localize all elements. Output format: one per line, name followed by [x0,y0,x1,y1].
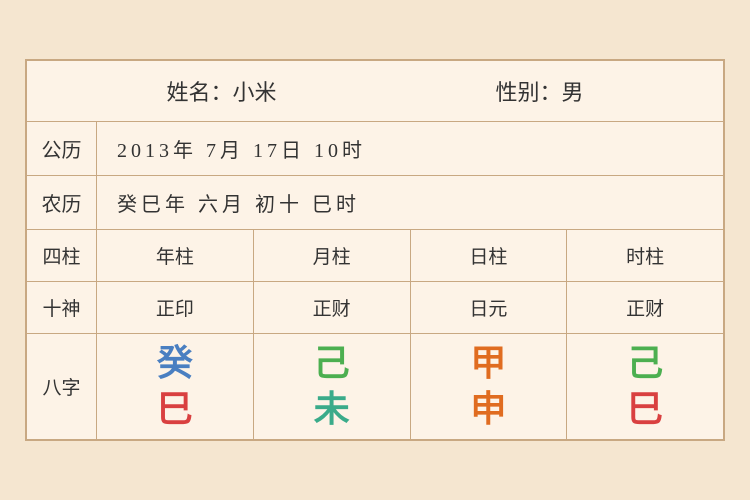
solar-label: 公历 [27,122,97,175]
pillars-label: 四柱 [27,230,97,281]
pillar-year: 年柱 [97,230,254,281]
lunar-value: 癸巳年 六月 初十 巳时 [97,176,723,229]
bazi-row: 八字 癸 巳 己 未 甲 申 己 巳 [27,334,723,439]
header-row: 姓名：小米 性别：男 [27,61,723,122]
bazi-year-bottom: 巳 [157,390,193,430]
bazi-month-cell: 己 未 [254,334,411,439]
bazi-hour-cell: 己 巳 [567,334,723,439]
pillars-row: 四柱 年柱 月柱 日柱 时柱 [27,230,723,282]
bazi-day-cell: 甲 申 [411,334,568,439]
main-container: 姓名：小米 性别：男 公历 2013年 7月 17日 10时 农历 癸巳年 六月… [25,59,725,441]
bazi-year-top: 癸 [157,344,193,384]
gender-label: 性别：男 [495,75,583,107]
pillar-hour: 时柱 [567,230,723,281]
bazi-year-cell: 癸 巳 [97,334,254,439]
shishen-hour: 正财 [567,282,723,333]
bazi-day-top: 甲 [470,344,506,384]
bazi-day-bottom: 申 [470,390,506,430]
name-label: 姓名：小米 [166,75,276,107]
shishen-row: 十神 正印 正财 日元 正财 [27,282,723,334]
pillar-month: 月柱 [254,230,411,281]
lunar-label: 农历 [27,176,97,229]
solar-row: 公历 2013年 7月 17日 10时 [27,122,723,176]
shishen-label: 十神 [27,282,97,333]
bazi-month-bottom: 未 [314,390,350,430]
shishen-month: 正财 [254,282,411,333]
shishen-day: 日元 [411,282,568,333]
pillar-day: 日柱 [411,230,568,281]
bazi-hour-bottom: 巳 [627,390,663,430]
solar-value: 2013年 7月 17日 10时 [97,122,723,175]
lunar-row: 农历 癸巳年 六月 初十 巳时 [27,176,723,230]
bazi-hour-top: 己 [627,344,663,384]
bazi-label: 八字 [27,334,97,439]
shishen-year: 正印 [97,282,254,333]
bazi-month-top: 己 [314,344,350,384]
